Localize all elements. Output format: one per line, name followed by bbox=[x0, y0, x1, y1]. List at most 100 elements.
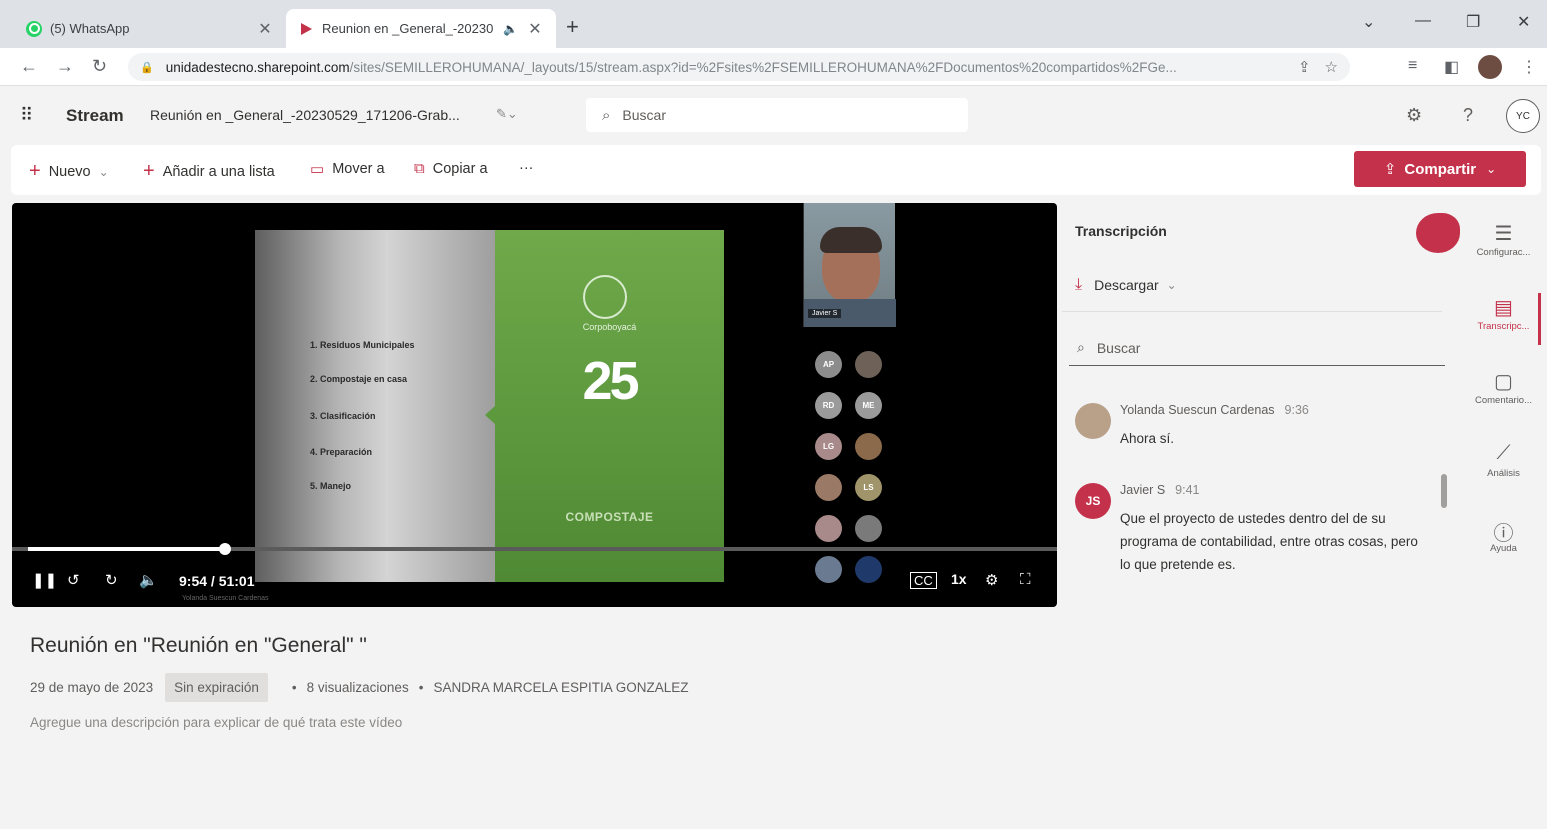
chevron-down-icon: ⌄ bbox=[1166, 278, 1177, 292]
volume-icon[interactable]: 🔈 bbox=[139, 571, 158, 589]
transcript-entry[interactable]: Yolanda Suescun Cardenas 9:36 Ahora sí. bbox=[1075, 403, 1415, 463]
fullscreen-icon[interactable]: ⛶ bbox=[1020, 571, 1031, 588]
move-label: Mover a bbox=[332, 161, 385, 177]
slide-item: 4. Preparación bbox=[310, 447, 373, 457]
rail-label: Análisis bbox=[1487, 468, 1520, 479]
entry-text: Que el proyecto de ustedes dentro del de… bbox=[1120, 511, 1418, 572]
move-to-button[interactable]: ▭ Mover a bbox=[310, 160, 385, 178]
browser-tab-bar: (5) WhatsApp ✕ Reunion en _General_-2023… bbox=[0, 0, 1547, 48]
new-label: Nuevo bbox=[48, 163, 91, 180]
browser-menu-icon[interactable]: ⋮ bbox=[1521, 57, 1537, 77]
rail-label: Comentario... bbox=[1474, 395, 1533, 406]
side-panel-icon[interactable]: ◧ bbox=[1444, 57, 1459, 77]
view-count: 8 visualizaciones bbox=[306, 679, 409, 695]
file-info-chevron-icon[interactable]: ✎⌄ bbox=[496, 106, 518, 122]
restore-icon[interactable]: ❐ bbox=[1466, 12, 1480, 32]
file-name[interactable]: Reunión en _General_-20230529_171206-Gra… bbox=[150, 107, 460, 123]
slide-brand: Corpoboyacá bbox=[582, 322, 637, 332]
new-button[interactable]: + Nuevo ⌄ bbox=[29, 160, 109, 183]
bookmark-star-icon[interactable]: ☆ bbox=[1325, 58, 1338, 76]
transcript-entry[interactable]: JS Javier S 9:41 Que el proyecto de usted… bbox=[1075, 483, 1418, 583]
close-window-icon[interactable]: ✕ bbox=[1517, 12, 1530, 32]
rewind-10-icon[interactable]: ↺ bbox=[67, 571, 80, 589]
rail-settings[interactable]: ☰ Configurac... bbox=[1466, 221, 1541, 258]
seek-bar-handle[interactable] bbox=[219, 543, 231, 555]
active-rail-indicator bbox=[1538, 293, 1541, 345]
share-button[interactable]: ⇪ Compartir ⌄ bbox=[1354, 151, 1526, 187]
copy-icon: ⧉ bbox=[414, 160, 425, 177]
lock-icon[interactable]: 🔒 bbox=[140, 61, 154, 74]
reading-list-icon[interactable]: ≡ bbox=[1408, 57, 1417, 75]
chevron-down-icon: ⌄ bbox=[98, 164, 109, 179]
rail-comments[interactable]: ▢ Comentario... bbox=[1466, 369, 1541, 406]
speaker-avatar: JS bbox=[1075, 483, 1111, 519]
rail-label: Transcripc... bbox=[1477, 321, 1530, 332]
rail-analytics[interactable]: ⟋ Análisis bbox=[1466, 442, 1541, 479]
closed-captions-icon[interactable]: CC bbox=[910, 572, 937, 589]
url-domain: unidadestecno.sharepoint.com bbox=[165, 59, 350, 75]
video-date: 29 de mayo de 2023 bbox=[30, 679, 154, 695]
transcript-scrollbar[interactable] bbox=[1441, 474, 1447, 508]
transcript-search-placeholder: Buscar bbox=[1096, 339, 1141, 356]
transcript-panel: Transcripción ⤓ Descargar ⌄ ⌕ Buscar Yol… bbox=[1062, 203, 1460, 829]
share-label: Compartir bbox=[1404, 160, 1477, 178]
tab-title: Reunion en _General_-20230 bbox=[322, 21, 494, 36]
user-avatar[interactable]: YC bbox=[1506, 99, 1540, 133]
search-input[interactable]: ⌕ Buscar bbox=[586, 98, 968, 132]
entry-time[interactable]: 9:36 bbox=[1285, 403, 1309, 417]
video-settings-icon[interactable]: ⚙ bbox=[985, 571, 998, 589]
playback-speed-button[interactable]: 1x bbox=[951, 571, 967, 587]
video-owner[interactable]: SANDRA MARCELA ESPITIA GONZALEZ bbox=[433, 680, 688, 695]
video-time: 9:54 / 51:01 bbox=[179, 573, 255, 589]
settings-gear-icon[interactable]: ⚙ bbox=[1406, 105, 1422, 126]
video-player[interactable]: 1. Residuos Municipales 2. Compostaje en… bbox=[12, 203, 1057, 607]
move-icon: ▭ bbox=[310, 161, 325, 178]
participant-avatar bbox=[855, 556, 882, 583]
description-field[interactable]: Agregue una descripción para explicar de… bbox=[30, 715, 402, 730]
add-to-list-button[interactable]: + Añadir a una lista bbox=[143, 160, 275, 183]
back-icon[interactable]: ← bbox=[20, 56, 38, 77]
entry-time[interactable]: 9:41 bbox=[1175, 483, 1199, 497]
new-tab-button[interactable]: + bbox=[566, 14, 579, 40]
expiration-badge[interactable]: Sin expiración bbox=[165, 672, 268, 702]
divider bbox=[1062, 311, 1442, 312]
forward-10-icon[interactable]: ↻ bbox=[105, 571, 118, 589]
copy-to-button[interactable]: ⧉ Copiar a bbox=[414, 160, 488, 177]
rail-transcript[interactable]: ▤ Transcripc... bbox=[1466, 295, 1541, 332]
analytics-icon: ⟋ bbox=[1496, 442, 1511, 464]
video-title[interactable]: Reunión en "Reunión en "General" " bbox=[30, 634, 367, 658]
app-name[interactable]: Stream bbox=[66, 106, 124, 126]
url-path: /sites/SEMILLEROHUMANA/_layouts/15/strea… bbox=[349, 59, 1177, 75]
close-tab-icon[interactable]: ✕ bbox=[526, 19, 544, 39]
reload-icon[interactable]: ↻ bbox=[92, 56, 107, 77]
forward-icon[interactable]: → bbox=[56, 56, 74, 77]
close-tab-icon[interactable]: ✕ bbox=[256, 19, 274, 39]
audio-playing-icon[interactable]: 🔈 bbox=[503, 22, 518, 36]
tab-search-icon[interactable]: ⌄ bbox=[1362, 12, 1375, 32]
participant-avatar: LS bbox=[855, 474, 882, 501]
pause-icon[interactable]: ❚❚ bbox=[32, 571, 57, 589]
download-icon: ⤓ bbox=[1075, 276, 1083, 293]
participant-avatar bbox=[815, 474, 842, 501]
app-launcher-icon[interactable]: ⠿ bbox=[20, 105, 33, 126]
more-commands-button[interactable]: ··· bbox=[519, 160, 534, 176]
transcript-search-input[interactable]: ⌕ Buscar bbox=[1069, 330, 1445, 366]
copy-label: Copiar a bbox=[432, 160, 488, 177]
url-input[interactable]: 🔒 unidadestecno.sharepoint.com/sites/SEM… bbox=[128, 53, 1350, 81]
corpoboyaca-logo-icon bbox=[583, 275, 627, 319]
rail-help[interactable]: ⓘ Ayuda bbox=[1466, 517, 1541, 554]
plus-icon: + bbox=[143, 160, 155, 182]
tab-title: (5) WhatsApp bbox=[50, 21, 130, 36]
profile-avatar[interactable] bbox=[1478, 55, 1502, 79]
speaker-hair bbox=[820, 227, 882, 253]
download-button[interactable]: ⤓ Descargar ⌄ bbox=[1075, 276, 1177, 294]
speaker-avatar bbox=[1075, 403, 1111, 439]
help-question-icon[interactable]: ? bbox=[1463, 105, 1473, 126]
minimize-icon[interactable]: — bbox=[1415, 12, 1431, 30]
camera-label: Javier S bbox=[808, 309, 842, 318]
browser-tab-stream[interactable]: Reunion en _General_-20230 🔈 ✕ bbox=[286, 9, 556, 48]
plus-icon: + bbox=[29, 160, 41, 182]
browser-tab-whatsapp[interactable]: (5) WhatsApp ✕ bbox=[14, 9, 286, 48]
participant-avatar: LG bbox=[815, 433, 842, 460]
share-page-icon[interactable]: ⇪ bbox=[1298, 58, 1311, 76]
